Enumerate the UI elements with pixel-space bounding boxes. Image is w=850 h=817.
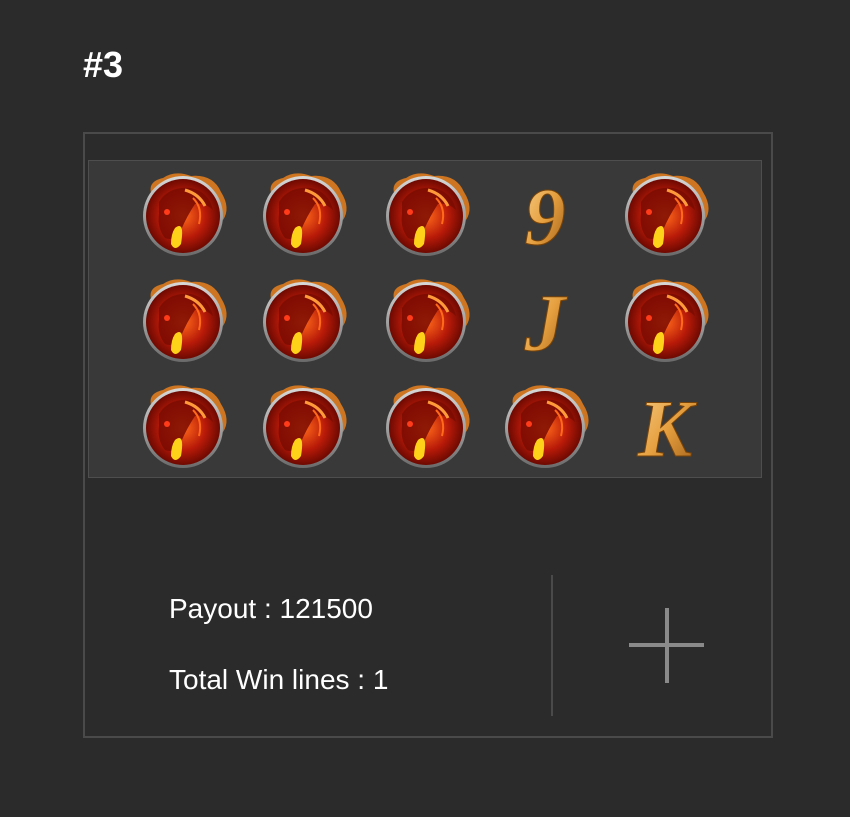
page: #3 9 JK Payout : 121500 Total Win lines :… <box>0 0 850 817</box>
win-lines-text: Total Win lines : 1 <box>169 664 389 695</box>
horse-icon <box>495 378 595 474</box>
horse-icon <box>376 272 476 368</box>
horse-icon <box>133 272 233 368</box>
svg-text:J: J <box>524 277 569 366</box>
horse-icon <box>253 378 353 474</box>
horse-icon <box>253 272 353 368</box>
payout-text: Payout : 121500 <box>169 593 373 624</box>
nine-icon: 9 <box>495 166 595 262</box>
horse-icon <box>615 272 715 368</box>
horse-icon <box>253 166 353 262</box>
result-card: 9 JK Payout : 121500 Total Win lines : 1 <box>83 132 773 738</box>
horse-icon <box>376 166 476 262</box>
j-icon: J <box>495 272 595 368</box>
k-icon: K <box>615 378 715 474</box>
divider <box>551 575 553 716</box>
reel-grid: 9 JK <box>88 160 762 478</box>
svg-text:K: K <box>637 383 698 472</box>
add-button[interactable] <box>619 604 715 686</box>
horse-icon <box>376 378 476 474</box>
result-heading: #3 <box>83 44 124 85</box>
horse-icon <box>615 166 715 262</box>
horse-icon <box>133 378 233 474</box>
horse-icon <box>133 166 233 262</box>
svg-text:9: 9 <box>525 171 566 260</box>
